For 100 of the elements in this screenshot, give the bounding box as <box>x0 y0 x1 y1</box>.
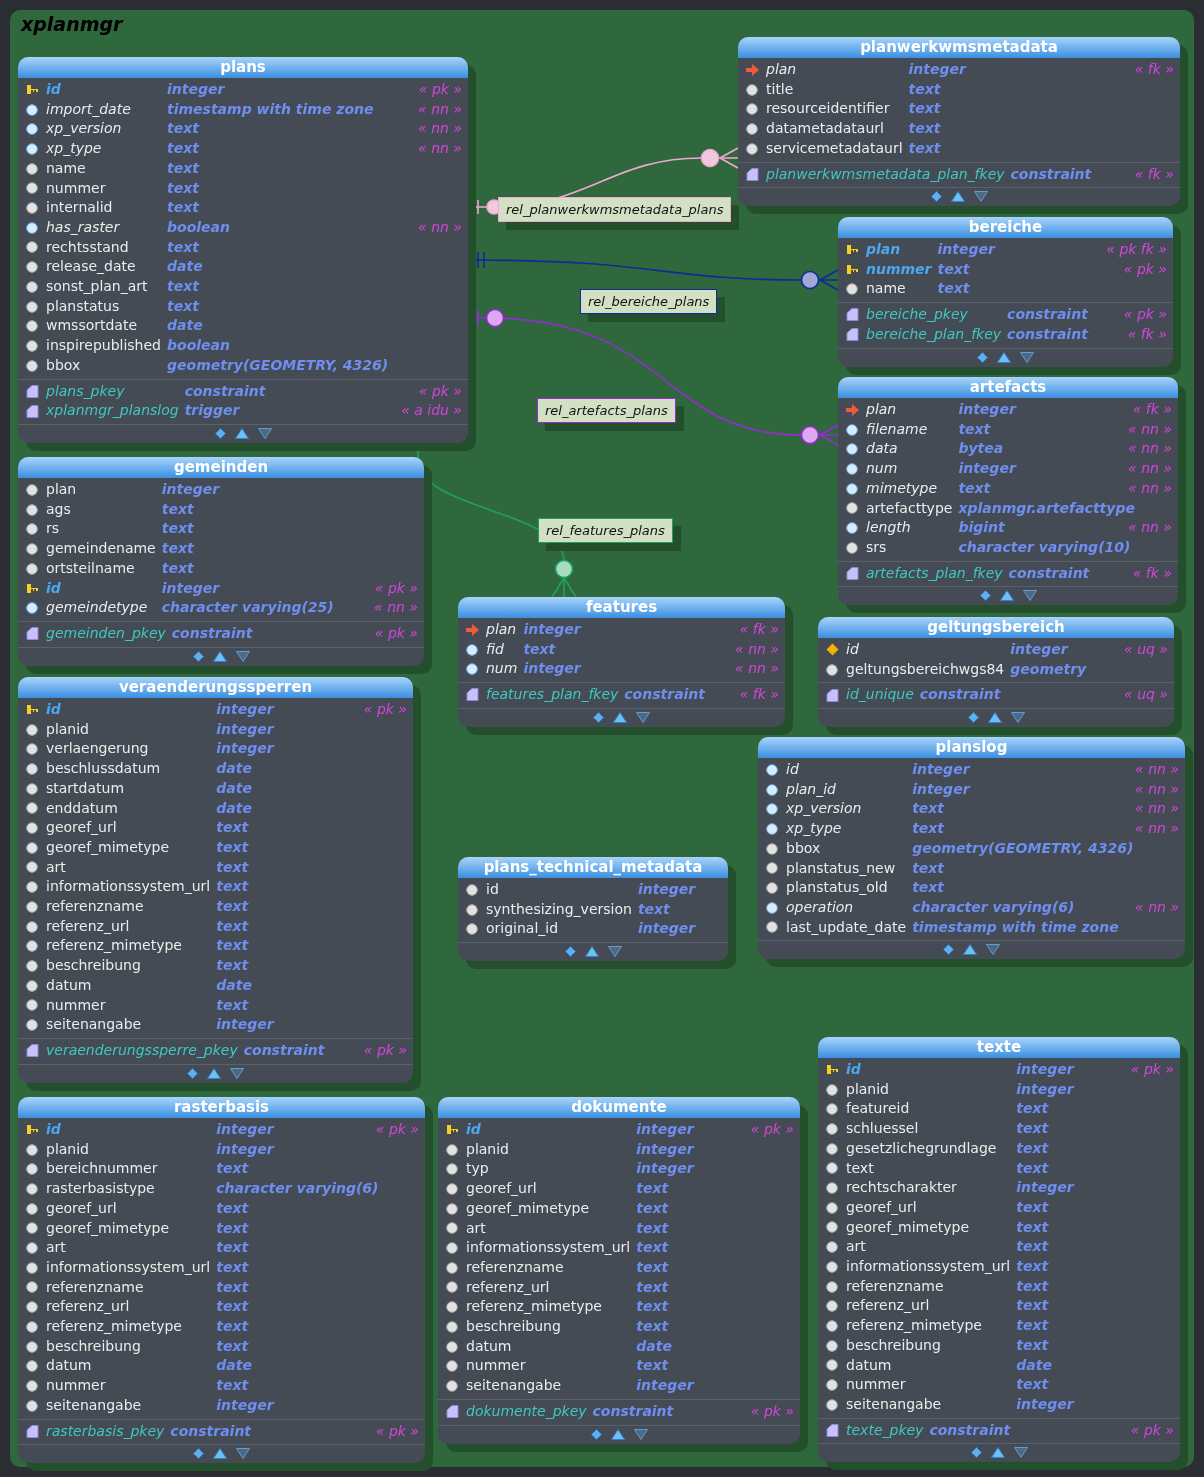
column-name: id <box>46 578 62 598</box>
diamond-icon[interactable] <box>193 1448 204 1460</box>
column-type: text <box>1016 1316 1049 1336</box>
circle-icon <box>826 1398 838 1411</box>
diamond-icon[interactable] <box>943 944 954 956</box>
down-triangle-icon[interactable] <box>230 1067 244 1079</box>
up-triangle-icon[interactable] <box>213 1448 227 1460</box>
down-triangle-icon[interactable] <box>973 191 988 203</box>
column-name: filename <box>866 419 929 439</box>
column-name: seitenangabe <box>466 1376 563 1396</box>
column-name: art <box>46 857 67 877</box>
up-triangle-icon[interactable] <box>987 712 1002 724</box>
circle-icon <box>26 340 38 352</box>
table-title: dokumente <box>438 1097 800 1118</box>
up-triangle-icon[interactable] <box>990 1447 1005 1459</box>
constraint-name: artefacts_plan_fkey <box>866 563 1003 583</box>
circle-icon <box>446 1143 458 1156</box>
diamond-icon[interactable] <box>593 711 604 723</box>
constraint-type: constraint <box>929 1420 1011 1440</box>
diamond-icon[interactable] <box>967 712 979 724</box>
diamond-icon[interactable] <box>930 191 942 203</box>
circle-icon <box>746 103 758 116</box>
diamond-icon[interactable] <box>214 427 226 439</box>
column-name: length <box>866 518 912 538</box>
circle-icon <box>766 921 778 934</box>
column-name: planid <box>46 1139 90 1159</box>
down-triangle-icon[interactable] <box>236 1448 250 1460</box>
up-triangle-icon[interactable] <box>610 1428 625 1440</box>
up-triangle-icon[interactable] <box>963 944 977 956</box>
up-triangle-icon[interactable] <box>584 946 599 958</box>
circle-icon <box>26 241 38 254</box>
diamond-icon[interactable] <box>590 1428 602 1440</box>
circle-icon <box>26 1143 38 1156</box>
circle-icon <box>826 1359 838 1372</box>
up-triangle-icon[interactable] <box>212 650 227 662</box>
circle-icon <box>26 999 38 1012</box>
up-triangle-icon[interactable] <box>997 351 1011 363</box>
column-stereotype-label: « pk » <box>418 80 462 99</box>
down-triangle-icon[interactable] <box>1013 1447 1028 1459</box>
circle-icon <box>26 503 38 516</box>
down-triangle-icon[interactable] <box>986 944 1000 956</box>
column-name: referenz_url <box>466 1277 551 1297</box>
column-name: id <box>846 1060 862 1079</box>
column-name: referenzname <box>46 1277 145 1297</box>
down-triangle-icon[interactable] <box>1020 351 1034 363</box>
column-name: num <box>866 459 899 479</box>
down-triangle-icon[interactable] <box>636 711 650 723</box>
circle-icon <box>26 1242 38 1255</box>
circle-icon <box>446 1320 458 1333</box>
constraint-icon <box>846 308 859 322</box>
key-icon <box>26 582 39 594</box>
constraint-stereotype-label: « pk » <box>418 381 462 401</box>
column-stereotype-label: « nn » <box>735 659 779 679</box>
column-name: enddatum <box>46 798 119 818</box>
column-type: boolean <box>167 217 230 237</box>
column-name: plan_id <box>786 779 837 799</box>
constraint-type: constraint <box>1007 324 1088 344</box>
down-triangle-icon[interactable] <box>633 1428 648 1440</box>
circle-icon <box>26 562 38 575</box>
down-triangle-icon[interactable] <box>1022 590 1037 602</box>
circle-icon <box>826 663 838 676</box>
up-triangle-icon[interactable] <box>613 711 627 723</box>
column-name: srs <box>866 537 888 557</box>
column-type: text <box>1016 1335 1049 1355</box>
diamond-icon[interactable] <box>979 590 991 602</box>
diamond-icon[interactable] <box>970 1447 982 1459</box>
down-triangle-icon[interactable] <box>257 427 272 439</box>
arrow-icon <box>466 623 479 636</box>
arrow-icon <box>846 403 859 416</box>
column-type: text <box>216 995 249 1015</box>
column-type: text <box>216 916 249 936</box>
column-type: text <box>216 1218 249 1238</box>
column-type: geometry(GEOMETRY, 4326) <box>167 355 389 375</box>
column-type: text <box>937 259 970 279</box>
key-icon <box>446 1124 459 1136</box>
constraint-name: veraenderungssperre_pkey <box>46 1040 238 1060</box>
down-triangle-icon[interactable] <box>235 650 250 662</box>
column-name: beschreibung <box>466 1317 562 1337</box>
diamond-icon[interactable] <box>187 1067 198 1079</box>
column-name: sonst_plan_art <box>46 277 149 297</box>
column-stereotype-label: « nn » <box>1135 897 1179 917</box>
down-triangle-icon[interactable] <box>607 946 622 958</box>
diamond-icon[interactable] <box>564 946 576 958</box>
column-name: artefacttype <box>866 498 953 518</box>
up-triangle-icon[interactable] <box>207 1067 221 1079</box>
column-type: integer <box>637 919 696 939</box>
diamond-icon <box>826 643 839 657</box>
up-triangle-icon[interactable] <box>950 191 965 203</box>
diamond-icon[interactable] <box>977 351 988 363</box>
column-stereotype-label: « uq » <box>1124 640 1168 659</box>
up-triangle-icon[interactable] <box>999 590 1014 602</box>
column-type: text <box>1016 1119 1049 1139</box>
column-type: integer <box>912 779 970 799</box>
column-type: integer <box>937 240 995 259</box>
column-type: text <box>908 99 941 119</box>
constraint-icon <box>826 688 839 702</box>
column-type: text <box>636 1277 669 1297</box>
up-triangle-icon[interactable] <box>234 427 249 439</box>
down-triangle-icon[interactable] <box>1010 712 1025 724</box>
diamond-icon[interactable] <box>192 650 204 662</box>
